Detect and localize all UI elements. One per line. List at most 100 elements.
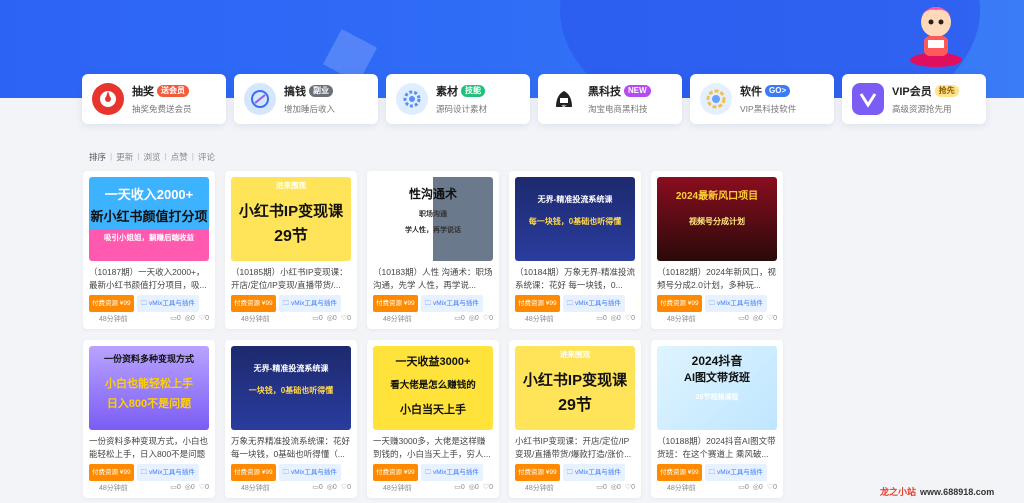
comment-icon: ▭ [738, 484, 745, 491]
comment-count: ▭0 [170, 484, 181, 491]
card-title[interactable]: （10182期）2024年新风口，视频号分成2.0计划，多种玩... [657, 266, 777, 292]
category-tag[interactable]: 🗀 vMix工具与插件 [562, 464, 625, 481]
nav-badge: GO> [765, 85, 791, 97]
comment-icon: ▭ [312, 315, 319, 322]
folder-icon: 🗀 [282, 300, 291, 307]
card-title[interactable]: （10183期）人性 沟通术：职场沟通，先学 人性，再学说... [373, 266, 493, 292]
sort-option-views[interactable]: 浏览 [143, 151, 160, 163]
category-tag[interactable]: 🗀 vMix工具与插件 [136, 295, 199, 312]
category-tag[interactable]: 🗀 vMix工具与插件 [420, 464, 483, 481]
resource-card[interactable]: 进来围观小红书IP变现课 29节 小红书IP变现课：开店/定位/IP变现/直播带货… [509, 340, 641, 498]
card-title[interactable]: （10188期）2024抖音AI图文带货班：在这个赛道上 乘风破... [657, 435, 777, 461]
thumbnail-text: 一天收入2000+ [104, 187, 194, 202]
comment-count: ▭0 [454, 315, 465, 322]
category-tag[interactable]: 🗀 vMix工具与插件 [136, 464, 199, 481]
card-thumbnail[interactable]: 进来围观小红书IP变现课 29节 [515, 346, 635, 430]
card-title[interactable]: 一天赚3000多，大佬是这样赚到钱的，小白当天上手，穷人... [373, 435, 493, 461]
comment-count: ▭0 [312, 484, 323, 491]
card-title[interactable]: 小红书IP变现课：开店/定位/IP变现/直播带货/爆款打造/涨价... [515, 435, 635, 461]
card-thumbnail[interactable]: 进来围观 小红书IP变现课 29节 [231, 177, 351, 261]
thumbnail-text: 进来围观 [560, 350, 590, 359]
card-title[interactable]: （10185期）小红书IP变现课：开店/定位/IP变现/直播带货/... [231, 266, 351, 292]
nav-subtitle: 源码设计素材 [436, 104, 488, 114]
nav-card-software[interactable]: 软件 GO> VIP黑科技软件 [690, 74, 834, 124]
card-thumbnail[interactable]: 一份资料多种变现方式 小白也能轻松上手 日入800不是问题 [89, 346, 209, 430]
resource-card[interactable]: 性沟通术 职场沟通 学人性，再学说话 （10183期）人性 沟通术：职场沟通，先学 … [367, 171, 499, 329]
nav-title: VIP会员 [892, 86, 932, 98]
paid-resource-tag[interactable]: 付费资源 ¥99 [89, 464, 134, 481]
category-tag[interactable]: 🗀 vMix工具与插件 [278, 464, 341, 481]
card-title[interactable]: 一份资料多种变现方式，小白也能轻松上手，日入800不是问题 [89, 435, 209, 461]
resource-card[interactable]: 一天收益3000+ 看大佬是怎么赚钱的 小白当天上手 一天赚3000多，大佬是这样赚… [367, 340, 499, 498]
card-title[interactable]: 万象无界精准投流系统课：花好每一块钱，0基础也听得懂（... [231, 435, 351, 461]
nav-card-hacker[interactable]: 客 黑科技 NEW 淘宝电商黑科技 [538, 74, 682, 124]
thumbnail-text: 性沟通术 [408, 187, 457, 201]
nav-card-vip[interactable]: VIP会员 抢先 高级资源抢先用 [842, 74, 986, 124]
comment-count: ▭0 [312, 315, 323, 322]
like-count: ♡0 [340, 315, 351, 322]
settings-icon [700, 83, 732, 115]
category-nav: 抽奖 送会员 抽奖免费送会员 搞钱 副业 增加睡后收入 素材 技能 源码设计素材 客 … [82, 74, 986, 124]
paid-resource-tag[interactable]: 付费资源 ¥99 [373, 464, 418, 481]
thumbnail-text: 日入800不是问题 [106, 398, 192, 410]
resource-card[interactable]: 无界-精准投流系统课 一块钱，0基础也听得懂 万象无界精准投流系统课：花好每一块钱… [225, 340, 357, 498]
card-thumbnail[interactable]: 2024抖音 AI图文带货班 26节视频课程 [657, 346, 777, 430]
nav-card-lottery[interactable]: 抽奖 送会员 抽奖免费送会员 [82, 74, 226, 124]
card-title[interactable]: （10184期）万象无界-精准投流系统课：花好 每一块钱，0... [515, 266, 635, 292]
resource-card[interactable]: 一份资料多种变现方式 小白也能轻松上手 日入800不是问题 一份资料多种变现方式，小… [83, 340, 215, 498]
thumbnail-text: 职场沟通 [419, 211, 447, 218]
nav-title: 软件 [740, 86, 762, 98]
resource-card[interactable]: 无界-精准投流系统课 每一块钱，0基础也听得懂 （10184期）万象无界-精准投流… [509, 171, 641, 329]
paid-resource-tag[interactable]: 付费资源 ¥99 [373, 295, 418, 312]
thumbnail-text: 29节 [558, 397, 592, 414]
thumbnail-text: 新小红书颜值打分项 [90, 209, 208, 224]
category-tag[interactable]: 🗀 vMix工具与插件 [704, 464, 767, 481]
comment-count: ▭0 [454, 484, 465, 491]
card-thumbnail[interactable]: 无界-精准投流系统课 一块钱，0基础也听得懂 [231, 346, 351, 430]
thumbnail-text: 小红书IP变现课 [522, 372, 628, 389]
view-count: ◎0 [610, 315, 621, 322]
thumbnail-text: AI图文带货班 [684, 372, 750, 384]
comment-icon: ▭ [454, 315, 461, 322]
view-count: ◎0 [184, 484, 195, 491]
comment-count: ▭0 [170, 315, 181, 322]
money-icon [244, 83, 276, 115]
paid-resource-tag[interactable]: 付费资源 ¥99 [89, 295, 134, 312]
paid-resource-tag[interactable]: 付费资源 ¥99 [515, 464, 560, 481]
category-tag[interactable]: 🗀 vMix工具与插件 [420, 295, 483, 312]
paid-resource-tag[interactable]: 付费资源 ¥99 [657, 295, 702, 312]
card-thumbnail[interactable]: 2024最新风口项目 视频号分成计划 [657, 177, 777, 261]
nav-subtitle: VIP黑科技软件 [740, 104, 797, 114]
thumbnail-text: 视频号分成计划 [689, 217, 745, 226]
paid-resource-tag[interactable]: 付费资源 ¥99 [231, 295, 276, 312]
card-thumbnail[interactable]: 无界-精准投流系统课 每一块钱，0基础也听得懂 [515, 177, 635, 261]
sort-option-update[interactable]: 更新 [116, 151, 133, 163]
like-count: ♡0 [482, 315, 493, 322]
card-thumbnail[interactable]: 一天收益3000+ 看大佬是怎么赚钱的 小白当天上手 [373, 346, 493, 430]
sort-option-likes[interactable]: 点赞 [171, 151, 188, 163]
paid-resource-tag[interactable]: 付费资源 ¥99 [657, 464, 702, 481]
resource-card[interactable]: 2024抖音 AI图文带货班 26节视频课程 （10188期）2024抖音AI图文带… [651, 340, 783, 498]
card-thumbnail[interactable]: 一天收入2000+ 新小红书颜值打分项 吸引小姐姐，躺赚后端收益 [89, 177, 209, 261]
nav-card-money[interactable]: 搞钱 副业 增加睡后收入 [234, 74, 378, 124]
sort-option-comments[interactable]: 评论 [198, 151, 215, 163]
nav-card-material[interactable]: 素材 技能 源码设计素材 [386, 74, 530, 124]
category-tag[interactable]: 🗀 vMix工具与插件 [562, 295, 625, 312]
hacker-icon: 客 [548, 83, 580, 115]
like-count: ♡0 [624, 315, 635, 322]
category-tag[interactable]: 🗀 vMix工具与插件 [704, 295, 767, 312]
card-thumbnail[interactable]: 性沟通术 职场沟通 学人性，再学说话 [373, 177, 493, 261]
resource-card[interactable]: 一天收入2000+ 新小红书颜值打分项 吸引小姐姐，躺赚后端收益 （10187期）一… [83, 171, 215, 329]
card-title[interactable]: （10187期）一天收入2000+，最新小红书颜值打分项目，吸... [89, 266, 209, 292]
thumbnail-text: 一份资料多种变现方式 [103, 354, 194, 364]
nav-title: 黑科技 [588, 86, 621, 98]
card-time: 48分钟前 [383, 316, 412, 323]
lottery-icon [92, 83, 124, 115]
resource-card[interactable]: 2024最新风口项目 视频号分成计划 （10182期）2024年新风口，视频号分成… [651, 171, 783, 329]
nav-subtitle: 抽奖免费送会员 [132, 104, 192, 114]
thumbnail-text: 无界-精准投流系统课 [537, 195, 613, 204]
resource-card[interactable]: 进来围观 小红书IP变现课 29节 （10185期）小红书IP变现课：开店/定位/I… [225, 171, 357, 329]
paid-resource-tag[interactable]: 付费资源 ¥99 [231, 464, 276, 481]
paid-resource-tag[interactable]: 付费资源 ¥99 [515, 295, 560, 312]
category-tag[interactable]: 🗀 vMix工具与插件 [278, 295, 341, 312]
